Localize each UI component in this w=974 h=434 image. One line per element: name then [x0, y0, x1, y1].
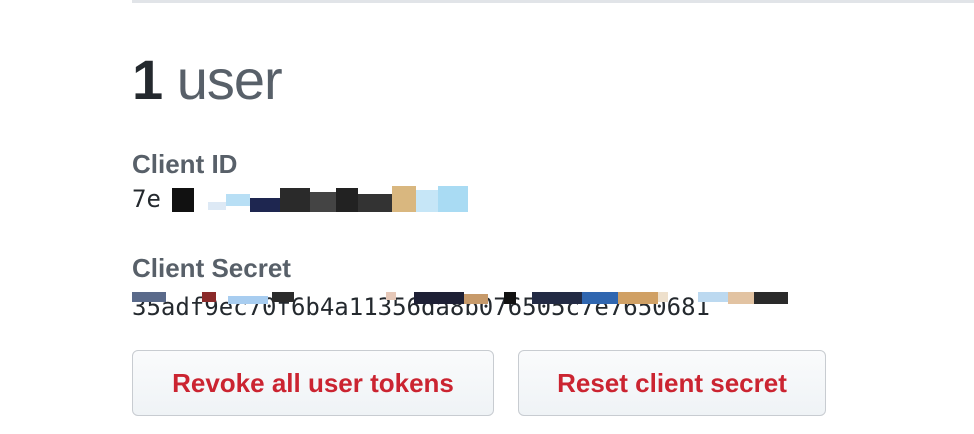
client-id-label: Client ID — [132, 149, 238, 179]
client-secret-value: 35adf9ec70f6b4a11356da8b076505c7e7650681 — [132, 292, 812, 322]
redaction-block — [414, 292, 464, 304]
redaction-block — [250, 198, 280, 212]
redaction-block — [438, 186, 468, 212]
client-id-value: 7e — [132, 184, 472, 214]
redaction-block — [504, 292, 516, 304]
oauth-app-settings: 1 user Client ID 7e Client Secret 35adf9… — [0, 0, 974, 434]
redaction-block — [132, 292, 166, 302]
user-count-heading: 1 user — [132, 44, 283, 116]
top-divider — [132, 0, 974, 3]
redaction-block — [202, 292, 216, 302]
redaction-block — [416, 190, 438, 212]
client-id-text: 7e — [132, 185, 161, 213]
redaction-block — [698, 292, 728, 302]
redaction-block — [386, 292, 396, 300]
redaction-block — [728, 292, 754, 304]
redaction-block — [658, 292, 668, 302]
redaction-block — [618, 292, 658, 304]
redaction-block — [358, 194, 392, 212]
redaction-block — [754, 292, 788, 304]
client-secret-label: Client Secret — [132, 253, 291, 283]
redaction-block — [464, 294, 488, 304]
user-count-unit: user — [176, 48, 283, 111]
user-count-number: 1 — [132, 48, 163, 111]
redaction-block — [532, 292, 582, 304]
redaction-block — [272, 292, 294, 302]
redaction-block — [392, 186, 416, 212]
redaction-block — [310, 192, 336, 212]
redaction-block — [336, 188, 358, 212]
redaction-block — [172, 188, 194, 212]
redaction-block — [582, 292, 618, 304]
reset-client-secret-button[interactable]: Reset client secret — [518, 350, 826, 416]
redaction-block — [228, 296, 268, 304]
redaction-block — [280, 188, 310, 212]
redaction-block — [208, 202, 226, 210]
revoke-all-user-tokens-button[interactable]: Revoke all user tokens — [132, 350, 494, 416]
redaction-block — [226, 194, 250, 206]
